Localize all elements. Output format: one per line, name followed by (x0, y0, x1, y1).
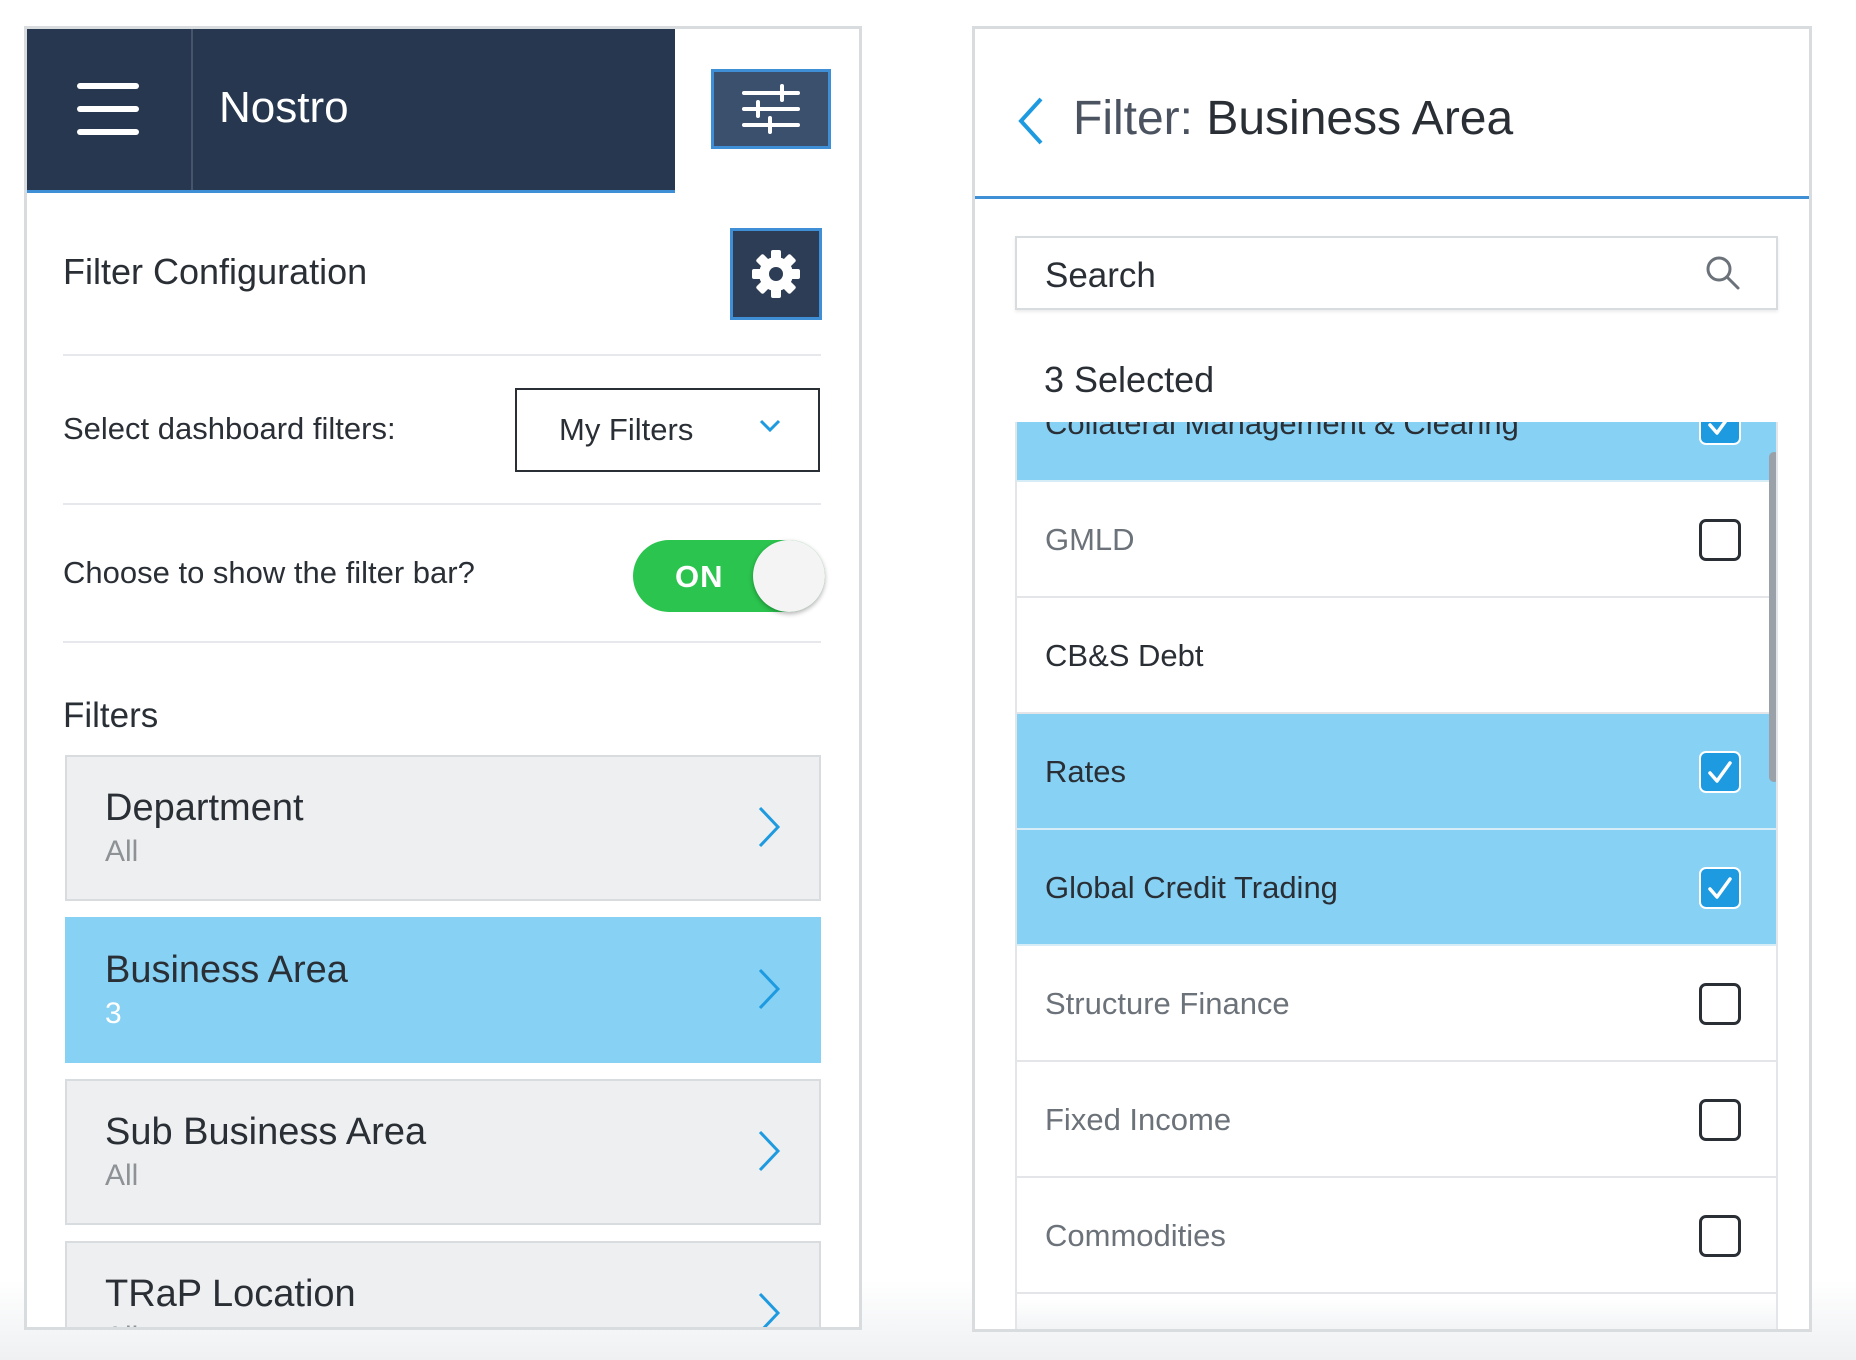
checkmark-icon (1708, 422, 1728, 435)
checkbox[interactable] (1699, 983, 1741, 1025)
list-item-label: Global Credit Trading (1045, 870, 1338, 905)
toggle-knob (753, 540, 825, 612)
list-item-label: CB&S Debt (1045, 638, 1204, 673)
dashboard-filters-label: Select dashboard filters: (63, 411, 396, 446)
checkmark-icon (1708, 877, 1732, 899)
scrollbar[interactable] (1769, 452, 1776, 782)
list-item-label: Collateral Management & Clearing (1045, 422, 1519, 441)
list-item[interactable]: Commodities (1017, 1178, 1776, 1294)
hamburger-menu-icon (77, 129, 139, 135)
chevron-down-icon (759, 419, 781, 433)
filter-name: Business Area (105, 949, 348, 991)
filter-configuration-title: Filter Configuration (63, 251, 368, 292)
list-item[interactable]: CB&S Debt (1017, 598, 1776, 714)
search-input[interactable]: Search (1015, 236, 1778, 310)
business-area-list[interactable]: Collateral Management & Clearing GMLD CB&S… (1015, 422, 1778, 1329)
toggle-state-label: ON (675, 559, 724, 594)
list-item[interactable]: Global Credit Trading (1017, 830, 1776, 946)
list-item-label: Structure Finance (1045, 986, 1290, 1021)
filter-value: All (105, 1321, 138, 1327)
chevron-right-icon (758, 806, 781, 848)
search-icon (1706, 256, 1740, 290)
settings-button[interactable] (730, 228, 822, 320)
gear-icon (752, 250, 800, 298)
chevron-right-icon (758, 968, 781, 1010)
top-nav-bar: Nostro (27, 29, 675, 193)
panel-title-prefix: Filter: (1073, 92, 1193, 145)
divider (63, 503, 821, 505)
list-item[interactable]: Fixed Income (1017, 1062, 1776, 1178)
filter-sliders-button[interactable] (711, 69, 831, 149)
filter-value: All (105, 835, 139, 868)
filter-configuration-panel: Nostro Filter Configuration Select dashb… (24, 26, 862, 1330)
list-item-label: Rates (1045, 754, 1126, 789)
filter-name: TRaP Location (105, 1273, 356, 1315)
chevron-right-icon (758, 1130, 781, 1172)
filter-name: Sub Business Area (105, 1111, 427, 1153)
checkmark-icon (1708, 761, 1732, 783)
show-filter-bar-label: Choose to show the filter bar? (63, 555, 475, 590)
filter-row-business-area[interactable]: Business Area 3 (65, 917, 821, 1063)
hamburger-menu-button[interactable] (27, 29, 193, 190)
checkbox[interactable] (1699, 519, 1741, 561)
dashboard-filters-select[interactable]: My Filters (515, 388, 820, 472)
sliders-icon (742, 84, 800, 134)
filters-heading: Filters (63, 696, 159, 735)
search-placeholder: Search (1045, 256, 1156, 295)
filter-row-sub-business-area[interactable]: Sub Business Area All (65, 1079, 821, 1225)
panel-header: Filter: Business Area (975, 29, 1809, 199)
chevron-right-icon (758, 1292, 781, 1327)
checkbox[interactable] (1699, 867, 1741, 909)
filter-value: All (105, 1159, 139, 1192)
list-item-label: Commodities (1045, 1218, 1226, 1253)
divider (63, 641, 821, 643)
filter-row-trap-location[interactable]: TRaP Location All (65, 1241, 821, 1327)
list-item[interactable]: Rates (1017, 714, 1776, 830)
list-item-label: GMLD (1045, 522, 1135, 557)
filter-value: 3 (105, 997, 122, 1030)
panel-title: Filter: Business Area (1073, 91, 1513, 146)
selected-count: 3 Selected (1044, 359, 1215, 400)
list-item-label: Fixed Income (1045, 1102, 1232, 1137)
list-item[interactable]: Collateral Management & Clearing (1017, 422, 1776, 482)
filter-name: Department (105, 787, 304, 829)
dashboard-filters-value: My Filters (559, 412, 694, 447)
checkbox[interactable] (1699, 1099, 1741, 1141)
list-fade (1017, 1299, 1776, 1329)
checkbox[interactable] (1699, 1215, 1741, 1257)
divider (63, 354, 821, 356)
list-item[interactable]: GMLD (1017, 482, 1776, 598)
app-title: Nostro (219, 83, 349, 132)
hamburger-menu-icon (77, 106, 139, 112)
list-item[interactable]: Structure Finance (1017, 946, 1776, 1062)
checkbox[interactable] (1699, 422, 1741, 445)
show-filter-bar-toggle[interactable]: ON (633, 540, 825, 612)
business-area-filter-panel: Filter: Business Area Search 3 Selected … (972, 26, 1812, 1332)
chevron-left-icon[interactable] (1011, 93, 1051, 149)
checkbox[interactable] (1699, 751, 1741, 793)
panel-title-text: Business Area (1206, 92, 1514, 145)
hamburger-menu-icon (77, 83, 139, 89)
filter-row-department[interactable]: Department All (65, 755, 821, 901)
